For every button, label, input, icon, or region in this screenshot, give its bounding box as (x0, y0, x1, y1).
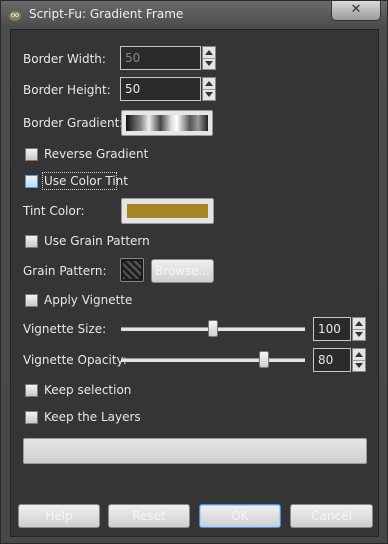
use-grain-pattern-label[interactable]: Use Grain Pattern (44, 234, 150, 248)
keep-layers-checkbox[interactable] (25, 411, 38, 424)
keep-selection-checkbox[interactable] (25, 384, 38, 397)
spin-down-icon[interactable] (355, 363, 363, 368)
reverse-gradient-label[interactable]: Reverse Gradient (44, 147, 148, 161)
vignette-size-stepper[interactable] (352, 317, 366, 341)
spin-down-icon[interactable] (205, 92, 213, 97)
window-title: Script-Fu: Gradient Frame (29, 7, 184, 21)
dialog-window: Script-Fu: Gradient Frame ✕ Border Width… (0, 0, 388, 544)
use-color-tint-checkbox[interactable] (25, 175, 38, 188)
progress-bar (23, 438, 367, 464)
border-width-value: 50 (125, 51, 141, 65)
vignette-opacity-label: Vignette Opacity: (23, 353, 127, 367)
apply-vignette-label[interactable]: Apply Vignette (44, 293, 132, 307)
vignette-opacity-value: 80 (318, 353, 334, 367)
close-icon: ✕ (350, 2, 362, 17)
grain-pattern-label: Grain Pattern: (23, 264, 107, 278)
tint-color-button[interactable] (121, 198, 214, 224)
title-bar[interactable]: Script-Fu: Gradient Frame ✕ (1, 1, 387, 29)
browse-button[interactable]: Browse... (151, 259, 214, 283)
vignette-size-slider-thumb[interactable] (208, 320, 218, 337)
spin-up-icon[interactable] (355, 352, 363, 357)
vignette-opacity-spinner[interactable]: 80 (313, 348, 366, 372)
help-button[interactable]: Help (18, 504, 100, 528)
border-height-label: Border Height: (23, 83, 111, 97)
tint-color-label: Tint Color: (23, 204, 85, 218)
vignette-size-label: Vignette Size: (23, 322, 107, 336)
cancel-button[interactable]: Cancel (290, 504, 373, 528)
vignette-size-spinner[interactable]: 100 (313, 317, 366, 341)
reset-button[interactable]: Reset (108, 504, 190, 528)
close-button[interactable]: ✕ (331, 1, 381, 21)
keep-selection-label[interactable]: Keep selection (44, 383, 131, 397)
gradient-preview (126, 115, 208, 131)
border-height-stepper[interactable] (202, 77, 216, 101)
reverse-gradient-checkbox[interactable] (25, 148, 38, 161)
border-width-spinner[interactable]: 50 (120, 46, 216, 70)
pattern-icon (123, 261, 141, 279)
vignette-opacity-slider[interactable] (121, 358, 305, 362)
border-height-value: 50 (125, 82, 141, 96)
spin-up-icon[interactable] (205, 81, 213, 86)
spin-down-icon[interactable] (205, 61, 213, 66)
tint-color-swatch (127, 204, 208, 218)
keep-layers-label[interactable]: Keep the Layers (44, 410, 141, 424)
use-grain-pattern-checkbox[interactable] (25, 235, 38, 248)
vignette-opacity-slider-thumb[interactable] (259, 351, 269, 368)
gimp-icon (9, 9, 21, 21)
border-width-label: Border Width: (23, 52, 106, 66)
gradient-picker-button[interactable] (121, 110, 213, 136)
spin-up-icon[interactable] (205, 50, 213, 55)
use-color-tint-label[interactable]: Use Color Tint (44, 174, 128, 188)
vignette-size-value: 100 (318, 322, 341, 336)
ok-button[interactable]: OK (199, 504, 281, 528)
vignette-opacity-stepper[interactable] (352, 348, 366, 372)
border-gradient-label: Border Gradient: (23, 116, 124, 130)
spin-down-icon[interactable] (355, 332, 363, 337)
border-height-spinner[interactable]: 50 (120, 77, 216, 101)
border-width-stepper[interactable] (202, 46, 216, 70)
spin-up-icon[interactable] (355, 321, 363, 326)
grain-pattern-preview[interactable] (120, 258, 144, 282)
apply-vignette-checkbox[interactable] (25, 294, 38, 307)
